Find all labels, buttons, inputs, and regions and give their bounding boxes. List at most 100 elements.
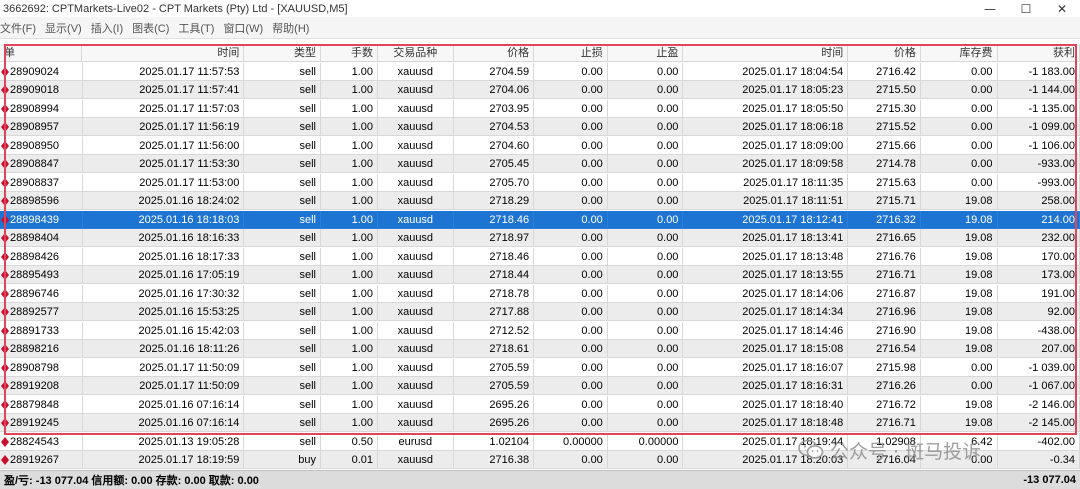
table-row[interactable]: 28898426 2025.01.16 18:17:33 sell 1.00 xauus… bbox=[0, 247, 1080, 266]
cell-close-price: 2715.66 bbox=[848, 136, 921, 155]
column-header-stop-loss[interactable]: 止损 bbox=[534, 44, 608, 62]
cell-close-price: 2715.98 bbox=[848, 358, 921, 377]
table-row[interactable]: 28909024 2025.01.17 11:57:53 sell 1.00 xauus… bbox=[0, 62, 1080, 81]
table-row[interactable]: 28908994 2025.01.17 11:57:03 sell 1.00 xauus… bbox=[0, 99, 1080, 118]
column-header-close-time[interactable]: 时间 bbox=[683, 44, 849, 62]
minimize-button[interactable]: — bbox=[972, 0, 1008, 17]
table-row[interactable]: 28898596 2025.01.16 18:24:02 sell 1.00 xauus… bbox=[0, 192, 1080, 210]
table-row[interactable]: 28919245 2025.01.16 07:16:14 sell 1.00 xauus… bbox=[0, 414, 1080, 432]
cell-type: sell bbox=[244, 62, 322, 81]
order-id: 28909024 bbox=[10, 65, 59, 78]
table-row[interactable]: 28891733 2025.01.16 15:42:03 sell 1.00 xauus… bbox=[0, 321, 1080, 340]
table-row[interactable]: 28879848 2025.01.16 07:16:14 sell 1.00 xauus… bbox=[0, 395, 1080, 414]
table-row[interactable]: 28892577 2025.01.16 15:53:25 sell 1.00 xauus… bbox=[0, 303, 1080, 321]
cell-volume: 1.00 bbox=[321, 266, 379, 284]
cell-swap: 19.08 bbox=[920, 395, 998, 414]
cell-open-time: 2025.01.16 07:16:14 bbox=[82, 414, 245, 432]
cell-take-profit: 0.00 bbox=[607, 81, 684, 99]
menu-item[interactable]: 插入(I) bbox=[91, 20, 132, 36]
cell-close-price: 2716.04 bbox=[848, 451, 921, 469]
column-header-take-profit[interactable]: 止盈 bbox=[607, 44, 684, 62]
menu-item[interactable]: 工具(T) bbox=[178, 20, 223, 36]
cell-open-time: 2025.01.17 11:50:09 bbox=[82, 377, 245, 395]
table-row[interactable]: 28919208 2025.01.17 11:50:09 sell 1.00 xauus… bbox=[0, 377, 1080, 395]
cell-open-price: 2716.38 bbox=[453, 451, 535, 469]
cell-open-time: 2025.01.17 11:57:41 bbox=[82, 81, 245, 99]
cell-take-profit: 0.00 bbox=[607, 284, 684, 303]
menu-item[interactable]: 图表(C) bbox=[132, 20, 178, 36]
table-row[interactable]: 28908957 2025.01.17 11:56:19 sell 1.00 xauus… bbox=[0, 118, 1080, 136]
closed-order-icon bbox=[1, 66, 9, 77]
table-row[interactable]: 28898216 2025.01.16 18:11:26 sell 1.00 xauus… bbox=[0, 340, 1080, 358]
table-row[interactable]: 28898404 2025.01.16 18:16:33 sell 1.00 xauus… bbox=[0, 229, 1080, 247]
table-row[interactable]: 28908847 2025.01.17 11:53:30 sell 1.00 xauus… bbox=[0, 155, 1080, 173]
cell-volume: 1.00 bbox=[321, 321, 379, 340]
cell-swap: 0.00 bbox=[920, 62, 998, 81]
cell-stop-loss: 0.00 bbox=[534, 173, 608, 192]
column-header-volume[interactable]: 手数 bbox=[320, 44, 378, 62]
cell-swap: 0.00 bbox=[920, 136, 998, 155]
menu-item[interactable]: 显示(V) bbox=[45, 20, 91, 36]
table-row[interactable]: 28895493 2025.01.16 17:05:19 sell 1.00 xauus… bbox=[0, 266, 1080, 284]
cell-take-profit: 0.00 bbox=[607, 99, 684, 118]
cell-open-time: 2025.01.16 18:16:33 bbox=[82, 229, 245, 247]
table-row[interactable]: 28909018 2025.01.17 11:57:41 sell 1.00 xauus… bbox=[0, 81, 1080, 99]
cell-close-time: 2025.01.17 18:11:35 bbox=[683, 173, 849, 192]
cell-swap: 19.08 bbox=[920, 321, 998, 340]
menu-item[interactable]: 窗口(W) bbox=[223, 20, 272, 36]
cell-volume: 1.00 bbox=[321, 62, 379, 81]
cell-profit: -933.00 bbox=[997, 155, 1080, 173]
maximize-button[interactable]: ☐ bbox=[1008, 0, 1044, 17]
cell-stop-loss: 0.00 bbox=[534, 284, 608, 303]
column-header-order[interactable]: 单 bbox=[0, 44, 83, 62]
close-button[interactable]: ✕ bbox=[1044, 0, 1080, 17]
column-header-close-price[interactable]: 价格 bbox=[848, 44, 921, 62]
cell-order: 28898216 bbox=[0, 340, 83, 358]
menu-item[interactable]: 帮助(H) bbox=[272, 20, 318, 36]
order-id: 28908837 bbox=[10, 176, 59, 189]
cell-order: 28908798 bbox=[0, 358, 83, 377]
cell-close-time: 2025.01.17 18:16:31 bbox=[683, 377, 849, 395]
table-row[interactable]: 28824543 2025.01.13 19:05:28 sell 0.50 eurus… bbox=[0, 432, 1080, 451]
closed-order-icon bbox=[1, 214, 9, 225]
table-row[interactable]: 28919267 2025.01.17 18:19:59 buy 0.01 xauusd… bbox=[0, 451, 1080, 469]
order-id: 28896746 bbox=[10, 287, 59, 300]
column-header-type[interactable]: 类型 bbox=[244, 44, 321, 62]
cell-order: 28898596 bbox=[0, 192, 83, 210]
table-row[interactable]: 28908798 2025.01.17 11:50:09 sell 1.00 xauus… bbox=[0, 358, 1080, 377]
order-id: 28898596 bbox=[10, 195, 59, 207]
column-header-swap[interactable]: 库存费 bbox=[920, 44, 998, 62]
column-header-profit[interactable]: 获利 bbox=[997, 44, 1080, 62]
column-header-symbol[interactable]: 交易品种 bbox=[377, 44, 454, 62]
cell-symbol: xauusd bbox=[378, 229, 454, 247]
table-header: 单时间 类型 手数 交易品种 价格 止损 止盈 时间 价格 库存费 获利 bbox=[0, 44, 1080, 62]
cell-type: sell bbox=[244, 377, 322, 395]
cell-take-profit: 0.00 bbox=[607, 266, 684, 284]
cell-swap: 19.08 bbox=[920, 414, 998, 432]
table-row[interactable]: 28896746 2025.01.16 17:30:32 sell 1.00 xauus… bbox=[0, 284, 1080, 303]
table-row[interactable]: 28908950 2025.01.17 11:56:00 sell 1.00 xauus… bbox=[0, 136, 1080, 155]
closed-order-icon bbox=[1, 196, 9, 206]
cell-type: sell bbox=[244, 432, 322, 451]
table-row[interactable]: 28908837 2025.01.17 11:53:00 sell 1.00 xauus… bbox=[0, 173, 1080, 192]
order-id: 28898216 bbox=[10, 343, 59, 355]
cell-close-price: 2716.71 bbox=[848, 266, 921, 284]
cell-symbol: xauusd bbox=[378, 358, 454, 377]
cell-profit: 258.00 bbox=[997, 192, 1080, 210]
cell-open-time: 2025.01.16 15:42:03 bbox=[82, 321, 245, 340]
column-header-open-price[interactable]: 价格 bbox=[453, 44, 535, 62]
cell-take-profit: 0.00 bbox=[607, 62, 684, 81]
cell-symbol: xauusd bbox=[378, 62, 454, 81]
column-header-open-time[interactable]: 时间 bbox=[82, 44, 245, 62]
cell-open-price: 2705.59 bbox=[453, 377, 535, 395]
cell-profit: -1 039.00 bbox=[997, 358, 1080, 377]
cell-close-time: 2025.01.17 18:16:07 bbox=[683, 358, 849, 377]
cell-volume: 1.00 bbox=[321, 173, 379, 192]
cell-close-price: 2716.42 bbox=[848, 62, 921, 81]
cell-symbol: xauusd bbox=[378, 377, 454, 395]
table-row[interactable]: 28898439 2025.01.16 18:18:03 sell 1.00 xauus… bbox=[0, 210, 1080, 229]
cell-profit: -2 146.00 bbox=[997, 395, 1080, 414]
cell-profit: 173.00 bbox=[997, 266, 1080, 284]
cell-order: 28909024 bbox=[0, 62, 83, 81]
menu-item[interactable]: 文件(F) bbox=[0, 20, 45, 36]
